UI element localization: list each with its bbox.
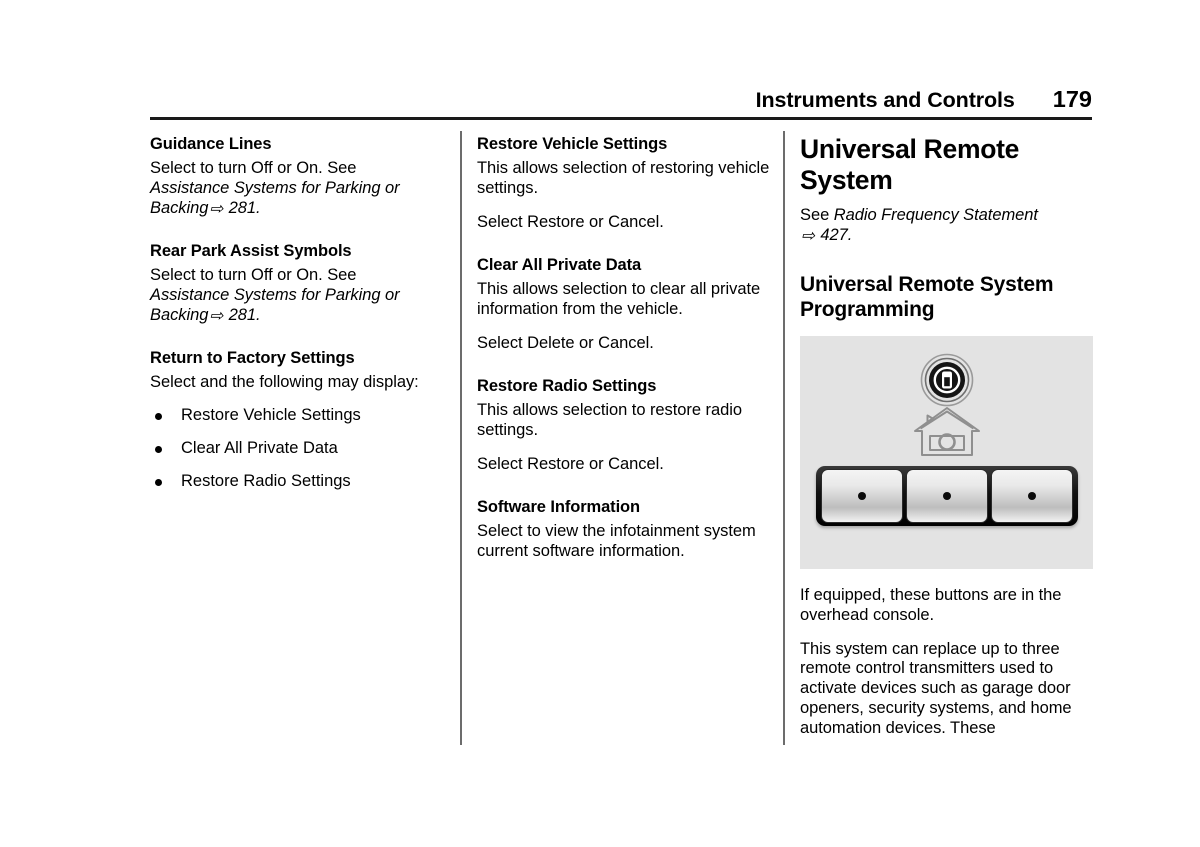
- text-prefix: See: [800, 206, 834, 224]
- heading-return-to-factory-settings: Return to Factory Settings: [150, 348, 355, 367]
- heading-universal-remote-system: Universal Remote System: [800, 134, 1020, 195]
- paragraph-system-description: This system can replace up to three remo…: [800, 639, 1072, 737]
- page-title: Instruments and Controls: [755, 88, 1015, 112]
- text-prefix: Select to turn Off or On. See: [150, 159, 357, 178]
- heading-restore-radio-settings: Restore Radio Settings: [477, 376, 657, 395]
- page-header: Instruments and Controls 179: [150, 86, 1092, 113]
- garage-house-icon: [913, 406, 980, 456]
- heading-clear-all-private-data: Clear All Private Data: [477, 255, 642, 274]
- remote-button-1[interactable]: [820, 468, 903, 523]
- paragraph-clear-all-private-data: This allows selection to clear all priva…: [477, 280, 761, 319]
- manual-page: Instruments and Controls 179 Guidance Li…: [0, 0, 1200, 847]
- paragraph-restore-or-cancel-vehicle: Select Restore or Cancel.: [477, 213, 664, 232]
- heading-restore-vehicle-settings: Restore Vehicle Settings: [477, 135, 668, 153]
- homelink-logo-icon: [920, 353, 973, 407]
- page-number: 179: [1052, 86, 1092, 112]
- list-item: Restore Vehicle Settings: [150, 406, 438, 426]
- paragraph-rear-park-assist-symbols: Select to turn Off or On. See Assistance…: [150, 266, 438, 325]
- paragraph-software-information: Select to view the infotainment system c…: [477, 521, 756, 560]
- paragraph-guidance-lines: Select to turn Off or On. See Assistance…: [150, 159, 438, 218]
- list-item: Restore Radio Settings: [150, 472, 438, 492]
- remote-button-2[interactable]: [905, 468, 989, 523]
- paragraph-restore-radio-settings: This allows selection to restore radio s…: [477, 401, 742, 439]
- paragraph-restore-or-cancel-radio: Select Restore or Cancel.: [477, 454, 664, 473]
- column-three: Universal Remote System See Radio Freque…: [800, 134, 1094, 753]
- xref-arrow-icon: ⇨: [209, 306, 224, 325]
- column-two: Restore Vehicle Settings This allows sel…: [477, 134, 772, 576]
- xref-title: Assistance Systems for Parking or Backin…: [150, 286, 400, 324]
- remote-button-bar: [816, 465, 1078, 526]
- heading-universal-remote-system-programming: Universal Remote System Programming: [800, 272, 1054, 321]
- xref-title: Radio Frequency Statement: [833, 206, 1038, 224]
- column-divider-left: [460, 131, 462, 745]
- overhead-console-illustration: [800, 335, 1093, 569]
- column-divider-right: [783, 131, 785, 745]
- paragraph-overhead-console: If equipped, these buttons are in the ov…: [800, 585, 1062, 624]
- xref-page: 281.: [224, 305, 261, 324]
- xref-page: 281.: [224, 199, 261, 218]
- heading-rear-park-assist-symbols: Rear Park Assist Symbols: [150, 241, 352, 260]
- factory-settings-option-list: Restore Vehicle Settings Clear All Priva…: [150, 406, 438, 491]
- paragraph-delete-or-cancel: Select Delete or Cancel.: [477, 333, 654, 352]
- list-item: Clear All Private Data: [150, 439, 438, 459]
- header-divider-rule: [150, 117, 1092, 120]
- remote-button-3[interactable]: [991, 468, 1074, 523]
- paragraph-radio-frequency-reference: See Radio Frequency Statement ⇨ 427.: [800, 206, 1094, 246]
- xref-title: Assistance Systems for Parking or Backin…: [150, 179, 400, 218]
- xref-arrow-icon: ⇨: [209, 200, 224, 219]
- xref-arrow-icon: ⇨: [801, 226, 815, 245]
- paragraph-return-to-factory-settings: Select and the following may display:: [150, 373, 419, 392]
- xref-page: 427.: [815, 225, 853, 244]
- heading-software-information: Software Information: [477, 497, 641, 516]
- heading-guidance-lines: Guidance Lines: [150, 135, 272, 153]
- text-prefix: Select to turn Off or On. See: [150, 266, 357, 285]
- column-one: Guidance Lines Select to turn Off or On.…: [150, 134, 438, 504]
- paragraph-restore-vehicle-settings: This allows selection of restoring vehic…: [477, 159, 770, 198]
